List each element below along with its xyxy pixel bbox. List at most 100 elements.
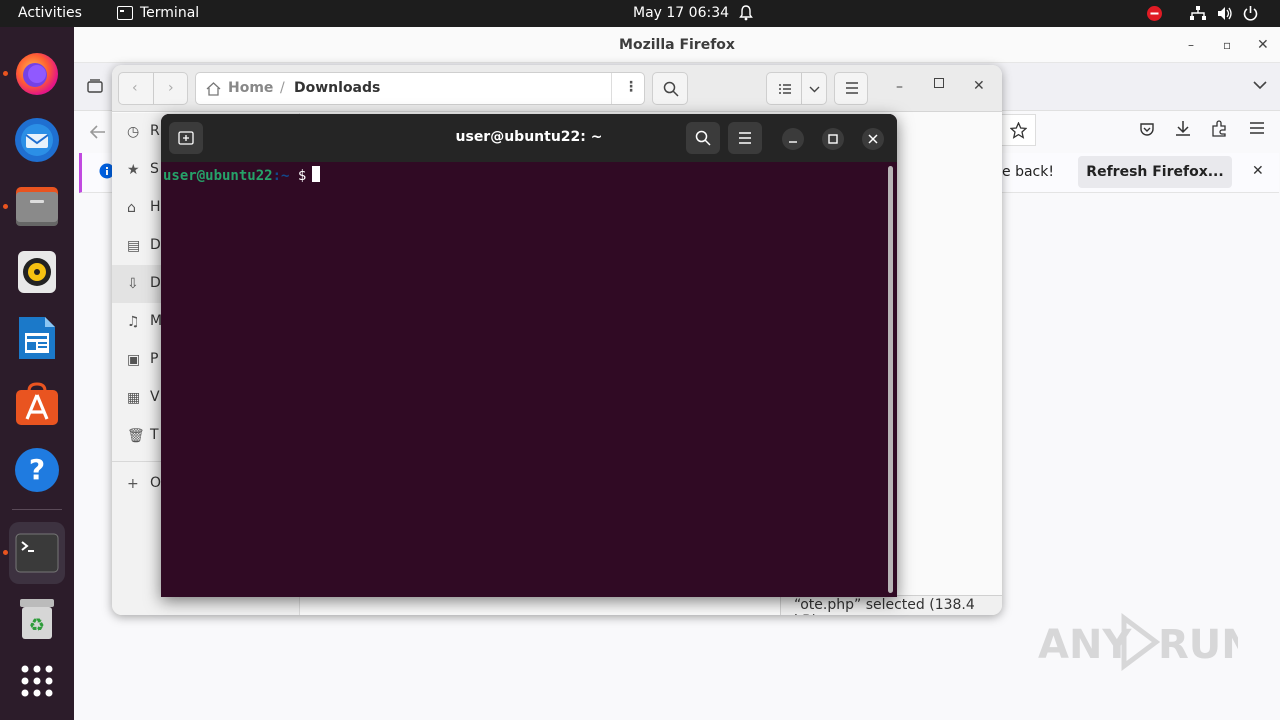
close-icon[interactable]: ✕ — [1257, 27, 1269, 63]
writer-icon — [19, 317, 55, 359]
dock-files[interactable] — [9, 178, 65, 234]
path-bar[interactable]: Home / Downloads ⋮ — [195, 72, 645, 105]
files-icon — [16, 187, 58, 226]
maximize-icon[interactable] — [934, 78, 944, 88]
files-headerbar: ‹ › Home / Downloads ⋮ – ✕ — [112, 65, 1002, 112]
terminal-scrollbar[interactable] — [888, 166, 893, 593]
dock-separator — [12, 509, 62, 510]
tab-manager-icon[interactable] — [87, 79, 103, 93]
sidebar-item-label: S — [150, 161, 159, 177]
terminal-menu-button[interactable] — [728, 122, 762, 154]
terminal-icon — [15, 533, 59, 573]
dock-trash[interactable]: ♻ — [9, 591, 65, 647]
music-icon: ♫ — [127, 314, 140, 330]
sidebar-item-label: O — [150, 475, 162, 491]
star-icon: ★ — [127, 162, 140, 178]
terminal-headerbar: user@ubuntu22: ~ — [161, 114, 897, 162]
app-menu[interactable]: Terminal — [117, 5, 199, 21]
search-button[interactable] — [652, 72, 688, 105]
divider — [153, 73, 154, 104]
nav-buttons: ‹ › — [118, 72, 188, 105]
terminal-search-button[interactable] — [686, 122, 720, 154]
download-icon: ⇩ — [127, 276, 139, 292]
home-icon — [206, 82, 221, 96]
minimize-button[interactable] — [782, 128, 804, 150]
chevron-down-icon[interactable] — [1253, 81, 1267, 90]
running-indicator — [3, 204, 8, 209]
pocket-icon[interactable] — [1139, 121, 1155, 137]
activities-button[interactable]: Activities — [18, 5, 82, 21]
restore-icon[interactable]: ▫ — [1223, 27, 1231, 63]
breadcrumb-current[interactable]: Downloads — [294, 80, 380, 96]
shell-prompt: user@ubuntu22:~ $ — [163, 166, 321, 184]
dock-writer[interactable] — [9, 310, 65, 366]
thunderbird-icon — [15, 118, 59, 162]
terminal-icon — [117, 6, 133, 20]
bell-icon — [739, 5, 753, 21]
app-menu-label: Terminal — [140, 5, 200, 21]
home-icon: ⌂ — [127, 200, 136, 216]
breadcrumb-home[interactable]: Home — [228, 80, 273, 96]
prompt-path: :~ — [272, 168, 290, 184]
close-notification-icon[interactable]: ✕ — [1252, 163, 1264, 179]
network-icon — [1190, 6, 1206, 20]
rhythmbox-icon — [18, 251, 56, 293]
back-arrow-icon[interactable] — [90, 125, 106, 139]
chevron-down-icon — [809, 86, 820, 93]
trash-icon: 🗑 — [127, 428, 145, 444]
watermark-text-right: RUN — [1158, 622, 1238, 668]
minimize-icon[interactable]: – — [1188, 27, 1194, 63]
path-menu-icon[interactable]: ⋮ — [624, 79, 638, 95]
list-view-icon — [779, 84, 791, 94]
picture-icon: ▣ — [127, 352, 141, 368]
minimize-icon — [789, 141, 797, 143]
sidebar-item-label: T — [150, 427, 159, 443]
terminal-window: user@ubuntu22: ~ user@ubuntu22:~ $ — [161, 114, 897, 597]
maximize-icon — [828, 134, 838, 144]
divider — [801, 73, 802, 104]
close-button[interactable] — [862, 128, 884, 150]
terminal-body[interactable]: user@ubuntu22:~ $ — [161, 162, 897, 597]
sidebar-item-label: D — [150, 237, 161, 253]
dock-thunderbird[interactable] — [9, 111, 65, 167]
search-icon — [695, 130, 711, 146]
dock-firefox[interactable] — [9, 45, 65, 101]
dock-rhythmbox[interactable] — [9, 244, 65, 300]
bookmark-star-icon[interactable] — [1010, 122, 1027, 139]
running-indicator — [3, 550, 8, 555]
sidebar-item-label: V — [150, 389, 160, 405]
watermark-text-left: ANY — [1038, 622, 1132, 668]
running-indicator — [3, 71, 8, 76]
forward-icon[interactable]: › — [168, 80, 174, 96]
dock-app-center[interactable] — [9, 376, 65, 432]
text-cursor — [312, 166, 321, 182]
app-center-icon — [16, 382, 58, 425]
back-icon[interactable]: ‹ — [132, 80, 138, 96]
top-bar: Activities Terminal May 17 06:34 — [0, 0, 1280, 27]
prompt-user: user@ubuntu22 — [163, 168, 273, 184]
prompt-sign: $ — [297, 168, 307, 184]
view-toggle[interactable] — [766, 72, 827, 105]
clock[interactable]: May 17 06:34 — [633, 5, 729, 21]
download-icon[interactable] — [1175, 120, 1191, 137]
clock-icon: ◷ — [127, 124, 140, 140]
dock: ? ♻ — [0, 27, 74, 720]
close-icon — [868, 134, 878, 144]
close-icon[interactable]: ✕ — [973, 78, 985, 94]
maximize-button[interactable] — [822, 128, 844, 150]
volume-icon — [1218, 7, 1232, 20]
video-icon: ▦ — [127, 390, 141, 406]
recycle-bin-icon: ♻ — [20, 599, 54, 639]
dock-terminal[interactable] — [9, 522, 65, 584]
show-apps-button[interactable] — [9, 653, 65, 709]
refresh-firefox-button[interactable]: Refresh Firefox... — [1078, 156, 1232, 188]
hamburger-menu-icon[interactable] — [1249, 121, 1265, 135]
sidebar-item-label: P — [150, 351, 159, 367]
files-menu-button[interactable] — [834, 72, 868, 105]
plus-icon: + — [127, 476, 139, 492]
minimize-icon[interactable]: – — [896, 79, 903, 95]
extensions-icon[interactable] — [1211, 120, 1228, 137]
hamburger-menu-icon — [739, 132, 751, 144]
dock-help[interactable]: ? — [9, 442, 65, 498]
document-icon: ▤ — [127, 238, 141, 254]
